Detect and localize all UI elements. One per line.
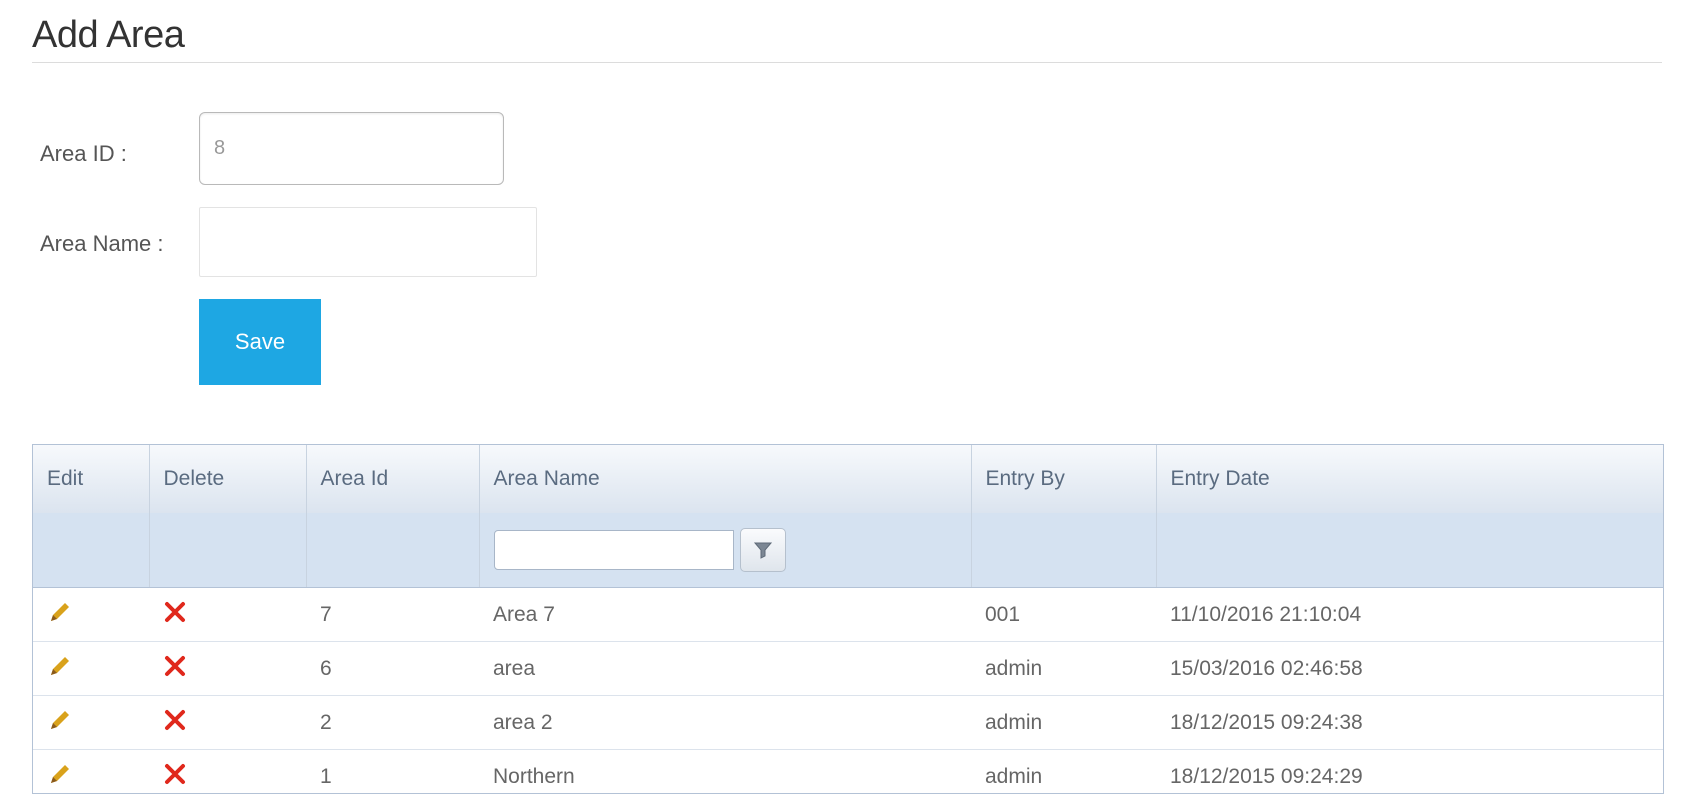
entry-date-cell: 11/10/2016 21:10:04 bbox=[1156, 587, 1663, 642]
title-divider bbox=[32, 62, 1662, 63]
delete-cell bbox=[149, 750, 306, 804]
edit-cell bbox=[33, 750, 149, 804]
page-title: Add Area bbox=[32, 14, 185, 56]
entry-by-cell: admin bbox=[971, 641, 1156, 696]
delete-x-icon[interactable] bbox=[163, 762, 187, 786]
table-row: 7 Area 7 001 11/10/2016 21:10:04 bbox=[33, 587, 1663, 642]
entry-date-cell: 18/12/2015 09:24:29 bbox=[1170, 764, 1363, 788]
entry-date-cell: 18/12/2015 09:24:38 bbox=[1156, 695, 1663, 750]
area-name-cell: area bbox=[479, 641, 971, 696]
delete-x-icon[interactable] bbox=[163, 708, 187, 732]
area-name-filter bbox=[493, 528, 957, 572]
filter-cell-area-name bbox=[479, 513, 972, 588]
table-row: 1 Northern admin 18/12/2015 09:24:29 bbox=[33, 750, 1663, 804]
pencil-icon[interactable] bbox=[47, 653, 73, 679]
area-name-field[interactable] bbox=[199, 207, 537, 277]
filter-button[interactable] bbox=[739, 528, 786, 572]
table-row: 6 area admin 15/03/2016 02:46:58 bbox=[33, 641, 1663, 696]
entry-by-cell: admin bbox=[971, 695, 1156, 750]
save-button[interactable]: Save bbox=[199, 299, 321, 385]
filter-cell bbox=[33, 513, 150, 588]
area-name-cell: Area 7 bbox=[479, 587, 971, 642]
area-id-label: Area ID : bbox=[40, 141, 127, 166]
header-row: Edit Delete Area Id Area Name Entry By E… bbox=[33, 445, 1663, 513]
area-id-cell: 1 bbox=[320, 764, 332, 788]
filter-cell bbox=[306, 513, 480, 588]
area-name-label: Area Name : bbox=[40, 231, 164, 256]
pencil-icon[interactable] bbox=[47, 761, 73, 787]
delete-x-icon[interactable] bbox=[163, 600, 187, 624]
area-name-filter-input[interactable] bbox=[493, 530, 734, 570]
delete-cell bbox=[149, 587, 306, 642]
area-id-field[interactable] bbox=[199, 112, 504, 185]
edit-cell bbox=[33, 641, 149, 696]
filter-cell bbox=[971, 513, 1157, 588]
entry-date-cell: 15/03/2016 02:46:58 bbox=[1156, 641, 1663, 696]
area-name-cell: Northern bbox=[493, 764, 575, 788]
edit-cell bbox=[33, 587, 149, 642]
area-id-cell: 6 bbox=[306, 641, 479, 696]
filter-cell bbox=[1156, 513, 1663, 588]
column-header-entry-date[interactable]: Entry Date bbox=[1156, 445, 1663, 513]
column-header-edit: Edit bbox=[33, 445, 150, 513]
column-header-entry-by[interactable]: Entry By bbox=[971, 445, 1157, 513]
filter-row bbox=[33, 513, 1663, 588]
column-header-area-name[interactable]: Area Name bbox=[479, 445, 972, 513]
delete-cell bbox=[149, 695, 306, 750]
delete-cell bbox=[149, 641, 306, 696]
area-name-cell: area 2 bbox=[479, 695, 971, 750]
delete-x-icon[interactable] bbox=[163, 654, 187, 678]
entry-by-cell: 001 bbox=[971, 587, 1156, 642]
pencil-icon[interactable] bbox=[47, 599, 73, 625]
area-id-cell: 2 bbox=[306, 695, 479, 750]
filter-cell bbox=[149, 513, 307, 588]
pencil-icon[interactable] bbox=[47, 707, 73, 733]
areas-grid: Edit Delete Area Id Area Name Entry By E… bbox=[32, 444, 1664, 794]
column-header-delete: Delete bbox=[149, 445, 307, 513]
entry-by-cell: admin bbox=[985, 764, 1043, 788]
area-id-cell: 7 bbox=[306, 587, 479, 642]
column-header-area-id[interactable]: Area Id bbox=[306, 445, 480, 513]
table-row: 2 area 2 admin 18/12/2015 09:24:38 bbox=[33, 695, 1663, 750]
areas-table: Edit Delete Area Id Area Name Entry By E… bbox=[33, 445, 1663, 803]
filter-icon bbox=[753, 542, 772, 559]
edit-cell bbox=[33, 695, 149, 750]
